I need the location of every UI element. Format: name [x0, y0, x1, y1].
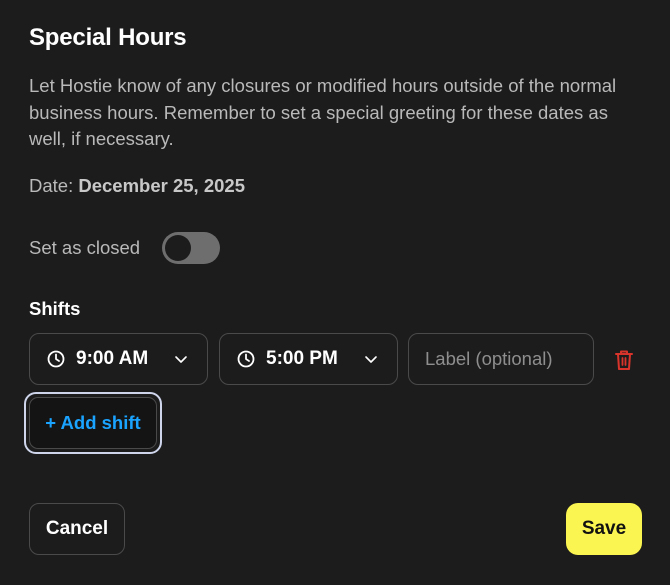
date-line: Date: December 25, 2025: [29, 175, 245, 197]
shift-end-time-select[interactable]: 5:00 PM: [219, 333, 398, 385]
shift-end-time-value: 5:00 PM: [266, 348, 338, 369]
clock-icon: [46, 349, 66, 369]
dialog-description: Let Hostie know of any closures or modif…: [29, 75, 617, 149]
date-label: Date:: [29, 175, 79, 196]
shift-start-time-select[interactable]: 9:00 AM: [29, 333, 208, 385]
trash-icon[interactable]: [613, 348, 635, 372]
add-shift-button[interactable]: + Add shift: [29, 397, 157, 449]
set-closed-toggle[interactable]: [162, 232, 221, 264]
shifts-heading: Shifts: [29, 298, 81, 319]
shift-label-input[interactable]: [408, 333, 594, 385]
dialog-title: Special Hours: [29, 24, 187, 51]
cancel-button[interactable]: Cancel: [29, 503, 125, 555]
set-closed-row: Set as closed: [29, 232, 221, 264]
clock-icon: [236, 349, 256, 369]
shift-start-time-value: 9:00 AM: [76, 348, 149, 369]
date-value: December 25, 2025: [78, 175, 245, 196]
save-button[interactable]: Save: [566, 503, 642, 555]
chevron-down-icon: [173, 351, 189, 367]
special-hours-dialog: Special Hours Let Hostie know of any clo…: [0, 0, 670, 585]
toggle-knob: [165, 235, 192, 261]
set-closed-label: Set as closed: [29, 237, 141, 258]
chevron-down-icon: [363, 351, 379, 367]
